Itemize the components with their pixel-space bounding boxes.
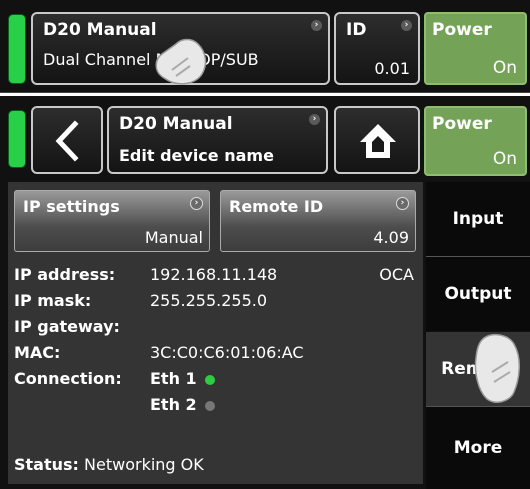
chevron-right-icon: › [309, 114, 320, 125]
hand-pointer-icon [474, 333, 520, 404]
ip-settings-label: IP settings [23, 197, 120, 216]
ip-gateway-row: IP gateway: [14, 317, 120, 336]
chevron-right-icon: › [311, 20, 322, 31]
power-button[interactable]: Power On [424, 106, 527, 176]
top-screen: D20 Manual Dual Channel Mix TOP/SUB › ID… [0, 0, 530, 93]
power-state: On [492, 58, 517, 78]
chevron-right-icon: › [401, 20, 412, 31]
mac-row: MAC: 3C:C0:C6:01:06:AC [14, 343, 304, 362]
eth1-indicator-icon [204, 374, 215, 385]
tab-input[interactable]: Input [426, 182, 530, 256]
ip-settings-value: Manual [144, 228, 203, 247]
remote-id-button[interactable]: Remote ID 4.09 › [220, 190, 416, 252]
remote-id-value: 4.09 [373, 228, 409, 247]
power-label: Power [432, 114, 492, 134]
device-status-led [8, 110, 26, 168]
device-title: D20 Manual [119, 114, 233, 134]
id-button[interactable]: ID 0.01 › [334, 12, 420, 85]
status-value: Networking OK [84, 455, 204, 474]
tab-more[interactable]: More [426, 407, 530, 489]
eth2-label: Eth 2 [150, 395, 197, 414]
tab-output[interactable]: Output [426, 257, 530, 331]
chevron-right-icon: › [190, 197, 203, 210]
power-state: On [492, 149, 517, 169]
ip-gateway-label: IP gateway: [14, 317, 120, 336]
ip-mask-row: IP mask: 255.255.255.0 [14, 291, 267, 310]
id-value: 0.01 [374, 59, 410, 78]
bottom-screen: D20 Manual Edit device name › Power On I… [0, 96, 530, 489]
id-label: ID [346, 20, 367, 40]
eth2-status: Eth 2 [150, 395, 215, 414]
device-title: D20 Manual [43, 20, 157, 40]
status-row: Status: Networking OK [14, 455, 204, 474]
home-icon [360, 124, 396, 158]
eth1-label: Eth 1 [150, 369, 197, 388]
remote-id-label: Remote ID [229, 197, 324, 216]
mac-label: MAC: [14, 343, 61, 362]
device-status-led [8, 14, 26, 84]
ip-address-label: IP address: [14, 265, 116, 284]
chevron-left-icon [55, 120, 79, 162]
ip-settings-button[interactable]: IP settings Manual › [14, 190, 210, 252]
ip-address-row: IP address: 192.168.11.148 OCA [14, 265, 414, 284]
network-panel: IP settings Manual › Remote ID 4.09 › IP… [8, 182, 423, 484]
eth2-indicator-icon [204, 400, 215, 411]
power-label: Power [432, 20, 492, 40]
power-button[interactable]: Power On [424, 12, 527, 85]
ip-address-value: 192.168.11.148 [150, 265, 278, 284]
mac-value: 3C:C0:C6:01:06:AC [150, 343, 304, 362]
device-name-button[interactable]: D20 Manual Edit device name › [107, 106, 328, 174]
connection-label: Connection: [14, 369, 122, 388]
connection-row: Connection: Eth 1 [14, 369, 215, 388]
back-button[interactable] [31, 106, 103, 174]
eth1-status: Eth 1 [150, 369, 215, 388]
status-label: Status: [14, 455, 79, 474]
edit-device-name-label: Edit device name [119, 146, 274, 165]
home-button[interactable] [334, 106, 420, 174]
ip-mask-label: IP mask: [14, 291, 92, 310]
hand-pointer-icon [155, 38, 207, 85]
ip-mask-value: 255.255.255.0 [150, 291, 268, 310]
ip-protocol-value: OCA [379, 265, 414, 284]
chevron-right-icon: › [396, 197, 409, 210]
